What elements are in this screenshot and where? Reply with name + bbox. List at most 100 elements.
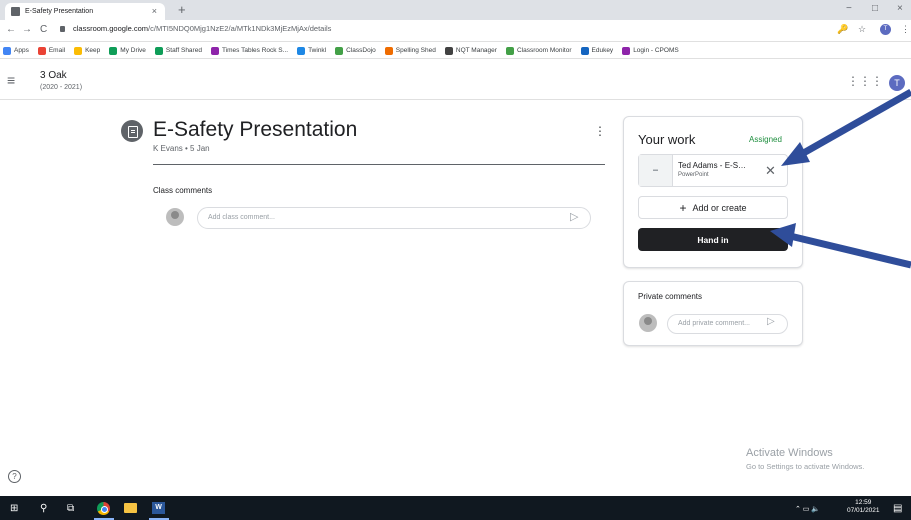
key-icon[interactable]: 🔑: [837, 24, 848, 35]
bookmark-favicon-icon: [622, 46, 631, 55]
commenter-avatar: [166, 208, 184, 226]
bookmark-item[interactable]: ClassDojo: [335, 46, 376, 55]
task-view-icon[interactable]: ⧉: [67, 503, 74, 514]
attachment-name[interactable]: Ted Adams - E-Safety Presentation: [678, 161, 750, 170]
bookmark-item[interactable]: Spelling Shed: [384, 46, 436, 55]
bookmark-favicon-icon: [580, 46, 589, 55]
bookmark-favicon-icon: [3, 46, 11, 55]
account-avatar[interactable]: T: [889, 75, 905, 91]
word-taskbar-icon[interactable]: W: [152, 502, 165, 514]
bookmark-item[interactable]: Twinkl: [297, 46, 327, 55]
bookmark-favicon-icon: [335, 46, 344, 55]
bookmark-item[interactable]: Keep: [74, 46, 101, 55]
bookmark-label: Staff Shared: [165, 47, 202, 54]
plus-icon: +: [679, 200, 687, 215]
bookmark-label: Apps: [14, 47, 29, 54]
bookmark-label: Keep: [85, 47, 101, 54]
lock-icon: [60, 25, 65, 32]
bookmark-favicon-icon: [37, 46, 46, 55]
bookmark-label: Login - CPOMS: [633, 47, 679, 54]
bookmark-favicon-icon: [384, 46, 393, 55]
add-or-create-label: Add or create: [692, 202, 747, 213]
chrome-taskbar-icon[interactable]: [97, 502, 110, 515]
send-icon[interactable]: ▷: [570, 210, 578, 223]
search-icon[interactable]: ⚲: [40, 503, 47, 514]
reload-button[interactable]: C: [40, 24, 47, 35]
bookmark-favicon-icon: [154, 46, 163, 55]
class-comments-label: Class comments: [153, 186, 213, 195]
clock-time: 12:59: [855, 499, 872, 506]
bookmark-label: ClassDojo: [346, 47, 376, 54]
browser-tab[interactable]: E-Safety Presentation ×: [5, 3, 165, 20]
bookmark-favicon-icon: [297, 46, 306, 55]
more-options-icon[interactable]: ⋮: [594, 124, 606, 138]
help-icon[interactable]: ?: [8, 470, 21, 483]
bookmark-label: Email: [48, 47, 66, 54]
title-divider: [153, 164, 605, 165]
google-apps-icon[interactable]: ⋮⋮⋮: [847, 74, 883, 88]
class-comment-input[interactable]: Add class comment...: [197, 207, 591, 229]
bookmark-label: Twinkl: [308, 47, 327, 54]
bookmark-item[interactable]: Apps: [3, 46, 29, 55]
bookmark-favicon-icon: [505, 46, 514, 55]
new-tab-button[interactable]: +: [178, 2, 186, 17]
bookmarks-bar: Apps Email Keep My Drive Staff Shared Times T…: [0, 43, 911, 59]
status-badge: Assigned: [749, 135, 782, 144]
bookmark-label: NQT Manager: [455, 47, 497, 54]
class-name[interactable]: 3 Oak: [40, 70, 67, 81]
bookmark-item[interactable]: Times Tables Rock S...: [210, 46, 289, 55]
url-field[interactable]: classroom.google.com/c/MTI5NDQ0Mjg1NzE2/…: [60, 24, 331, 33]
browser-profile-avatar[interactable]: T: [880, 24, 891, 35]
assignment-title: E-Safety Presentation: [153, 118, 358, 141]
activate-windows-subtitle: Go to Settings to activate Windows.: [746, 462, 865, 471]
classroom-header: [0, 60, 911, 100]
bookmark-label: Times Tables Rock S...: [221, 47, 289, 54]
bookmark-label: Edukey: [591, 47, 614, 54]
back-button[interactable]: ←: [6, 24, 16, 35]
bookmark-favicon-icon: [210, 46, 219, 55]
system-tray-icons[interactable]: ⌃ ▭ 🔈: [795, 505, 820, 513]
bookmark-item[interactable]: Classroom Monitor: [505, 46, 572, 55]
bookmark-favicon-icon: [444, 46, 453, 55]
windows-start-icon[interactable]: ⊞: [10, 503, 18, 514]
class-year: (2020 - 2021): [40, 84, 83, 91]
bookmark-item[interactable]: Edukey: [580, 46, 614, 55]
your-work-title: Your work: [638, 132, 696, 147]
close-window-button[interactable]: ×: [897, 3, 903, 14]
tab-title: E-Safety Presentation: [25, 8, 94, 15]
url-domain: classroom.google.com: [73, 24, 149, 33]
clock[interactable]: 12:59 07/01/2021: [847, 499, 880, 515]
bookmark-label: My Drive: [120, 47, 146, 54]
add-or-create-button[interactable]: + Add or create: [638, 196, 788, 219]
activate-windows-title: Activate Windows: [746, 447, 833, 459]
tab-close-icon[interactable]: ×: [152, 6, 157, 16]
assignment-icon: [121, 120, 143, 142]
address-bar-row: ← → C classroom.google.com/c/MTI5NDQ0Mjg…: [0, 20, 911, 42]
bookmark-favicon-icon: [109, 46, 118, 55]
bookmark-item[interactable]: Login - CPOMS: [622, 46, 679, 55]
forward-button[interactable]: →: [22, 24, 32, 35]
bookmark-item[interactable]: My Drive: [109, 46, 146, 55]
assignment-meta: K Evans • 5 Jan: [153, 144, 210, 153]
hand-in-button[interactable]: Hand in: [638, 228, 788, 251]
notification-icon[interactable]: ▤: [893, 503, 902, 514]
bookmark-label: Spelling Shed: [395, 47, 436, 54]
hamburger-menu-icon[interactable]: ≡: [7, 72, 15, 88]
bookmark-item[interactable]: Staff Shared: [154, 46, 202, 55]
bookmark-item[interactable]: NQT Manager: [444, 46, 497, 55]
attachment-type: PowerPoint: [678, 172, 709, 178]
remove-attachment-icon[interactable]: ✕: [765, 163, 776, 179]
browser-menu-icon[interactable]: ⋮: [901, 24, 910, 35]
clock-date: 07/01/2021: [847, 507, 880, 514]
browser-tab-strip: E-Safety Presentation × + − □ ×: [0, 0, 911, 20]
attachment-thumbnail[interactable]: ▬: [639, 155, 673, 186]
private-send-icon[interactable]: ▷: [767, 316, 775, 327]
bookmark-item[interactable]: Email: [37, 46, 66, 55]
file-explorer-icon[interactable]: [124, 503, 137, 513]
private-comments-title: Private comments: [638, 292, 703, 301]
bookmark-favicon-icon: [74, 46, 83, 55]
minimize-button[interactable]: −: [846, 3, 852, 14]
bookmark-label: Classroom Monitor: [516, 47, 572, 54]
bookmark-star-icon[interactable]: ☆: [858, 24, 866, 35]
maximize-button[interactable]: □: [872, 3, 878, 14]
